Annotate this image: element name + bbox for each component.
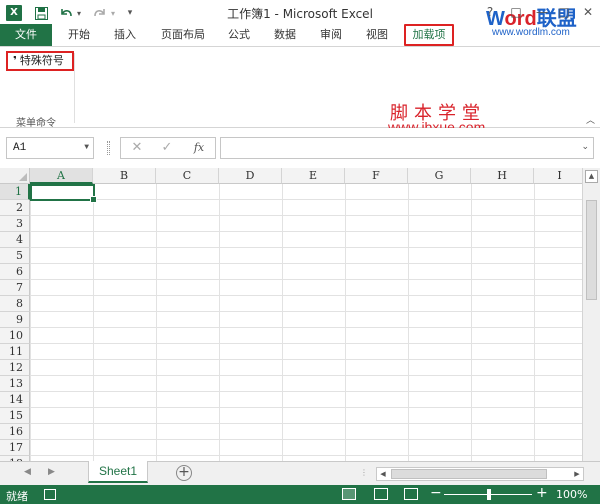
close-icon[interactable]: ✕ (580, 4, 596, 20)
tab-formulas[interactable]: 公式 (222, 24, 256, 46)
row-header-1[interactable]: 1 (0, 184, 30, 200)
tab-review[interactable]: 审阅 (314, 24, 348, 46)
tab-data[interactable]: 数据 (268, 24, 302, 46)
enter-icon[interactable]: ✓ (159, 140, 175, 156)
group-divider (74, 53, 75, 123)
tab-page-layout[interactable]: 页面布局 (154, 24, 212, 46)
prev-sheet-icon[interactable]: ◀ (24, 467, 31, 477)
scroll-left-icon[interactable]: ◀ (377, 468, 389, 480)
column-header-d[interactable]: D (219, 168, 282, 184)
zoom-slider-thumb[interactable] (487, 489, 491, 500)
column-header-a[interactable]: A (30, 168, 93, 184)
column-header-b[interactable]: B (93, 168, 156, 184)
worksheet-grid[interactable]: ABCDEFGHI 123456789101112131415161718 ▲ (0, 168, 600, 461)
cancel-icon[interactable]: ✕ (129, 140, 145, 156)
formula-input[interactable]: ⌄ (220, 137, 594, 159)
cell-area[interactable] (30, 184, 582, 461)
excel-app-icon[interactable]: X (6, 5, 22, 21)
add-sheet-icon[interactable]: + (176, 465, 192, 481)
row-header-2[interactable]: 2 (0, 200, 30, 216)
sheet-tab-bar: ◀ ▶ Sheet1 + ⋮ ◀ ▶ (0, 461, 600, 485)
page-break-view-icon[interactable] (404, 488, 418, 500)
special-symbols-button[interactable]: ❜ 特殊符号 (6, 51, 74, 71)
tab-view[interactable]: 视图 (360, 24, 394, 46)
split-handle[interactable]: ⋮ (360, 468, 368, 477)
scroll-right-icon[interactable]: ▶ (571, 468, 583, 480)
column-header-i[interactable]: I (534, 168, 586, 184)
special-symbols-label: 特殊符号 (19, 54, 64, 67)
name-box[interactable]: A1 ▼ (6, 137, 94, 159)
zoom-level[interactable]: 100% (556, 488, 587, 501)
row-header-9[interactable]: 9 (0, 312, 30, 328)
save-icon[interactable] (32, 4, 50, 22)
row-header-17[interactable]: 17 (0, 440, 30, 456)
special-symbol-bullet-icon: ❜ (13, 54, 17, 67)
vertical-scroll-thumb[interactable] (586, 200, 597, 300)
undo-icon[interactable] (58, 4, 74, 22)
scroll-up-icon[interactable]: ▲ (585, 170, 598, 183)
row-header-5[interactable]: 5 (0, 248, 30, 264)
zoom-out-icon[interactable]: − (430, 485, 442, 501)
macro-record-icon[interactable] (44, 489, 56, 500)
row-header-15[interactable]: 15 (0, 408, 30, 424)
help-icon[interactable]: ? (482, 4, 498, 20)
horizontal-scroll-thumb[interactable] (391, 469, 547, 479)
select-all-corner[interactable] (0, 168, 30, 184)
tab-insert[interactable]: 插入 (108, 24, 142, 46)
formula-bar: A1 ▼ ✕ ✓ fx ⌄ (0, 128, 600, 168)
active-cell-a1[interactable] (30, 184, 97, 203)
redo-dropdown-icon: ▾ (110, 8, 115, 18)
status-bar: 就绪 − + 100% (0, 485, 600, 504)
horizontal-scrollbar[interactable]: ◀ ▶ (376, 467, 584, 481)
zoom-in-icon[interactable]: + (536, 485, 548, 501)
maximize-icon[interactable]: □ (556, 4, 572, 20)
name-box-value: A1 (13, 142, 27, 154)
row-header-6[interactable]: 6 (0, 264, 30, 280)
row-header-16[interactable]: 16 (0, 424, 30, 440)
row-header-10[interactable]: 10 (0, 328, 30, 344)
minimize-icon[interactable]: — (534, 4, 550, 20)
insert-function-icon[interactable]: fx (191, 140, 207, 156)
row-header-13[interactable]: 13 (0, 376, 30, 392)
next-sheet-icon[interactable]: ▶ (48, 467, 55, 477)
sheet-tab-sheet1[interactable]: Sheet1 (88, 461, 148, 483)
title-bar: X ▾ ▾ ▾ 工作簿1 - Microsoft Excel Word联盟 ww… (0, 0, 600, 38)
column-header-e[interactable]: E (282, 168, 345, 184)
normal-view-icon[interactable] (342, 488, 356, 500)
group-label-menu-commands: 菜单命令 (16, 118, 56, 129)
tab-add-ins[interactable]: 加载项 (404, 24, 454, 46)
column-header-h[interactable]: H (471, 168, 534, 184)
vertical-scrollbar[interactable]: ▲ (582, 168, 600, 461)
undo-dropdown-icon[interactable]: ▾ (74, 4, 84, 22)
column-header-g[interactable]: G (408, 168, 471, 184)
column-header-f[interactable]: F (345, 168, 408, 184)
row-header-8[interactable]: 8 (0, 296, 30, 312)
tab-file[interactable]: 文件 (0, 24, 52, 46)
row-header-7[interactable]: 7 (0, 280, 30, 296)
row-header-14[interactable]: 14 (0, 392, 30, 408)
ribbon-tabs: 文件 开始 插入 页面布局 公式 数据 审阅 视图 加载项 (0, 24, 600, 46)
tab-home[interactable]: 开始 (62, 24, 96, 46)
status-ready: 就绪 (6, 490, 28, 503)
row-header-11[interactable]: 11 (0, 344, 30, 360)
customize-toolbar-icon[interactable]: ▾ (124, 4, 136, 22)
chevron-down-icon[interactable]: ▼ (84, 138, 89, 158)
collapse-ribbon-icon[interactable]: ︿ (586, 113, 595, 126)
ribbon-display-icon[interactable]: □ (508, 4, 524, 20)
expand-formula-bar-icon[interactable]: ⌄ (581, 142, 589, 152)
page-layout-view-icon[interactable] (374, 488, 388, 500)
window-title: 工作簿1 - Microsoft Excel (227, 7, 373, 21)
row-header-4[interactable]: 4 (0, 232, 30, 248)
row-header-3[interactable]: 3 (0, 216, 30, 232)
redo-icon (92, 4, 108, 22)
ribbon-panel: ❜ 特殊符号 菜单命令 脚本学堂 www.jbxue.com ︿ (0, 46, 600, 135)
formula-buttons: ✕ ✓ fx (120, 137, 216, 159)
formula-bar-grip[interactable] (107, 141, 110, 155)
row-header-12[interactable]: 12 (0, 360, 30, 376)
column-header-c[interactable]: C (156, 168, 219, 184)
